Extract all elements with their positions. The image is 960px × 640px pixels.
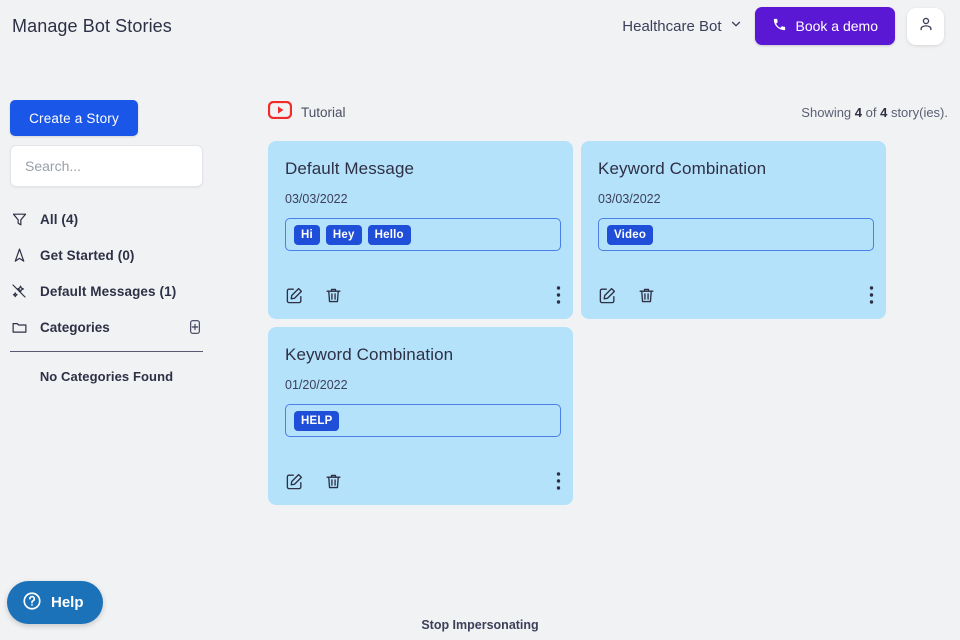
header-actions: Healthcare Bot Book a demo xyxy=(622,7,944,45)
story-title: Keyword Combination xyxy=(285,345,454,364)
tutorial-link[interactable]: Tutorial xyxy=(267,100,346,124)
showing-prefix: Showing xyxy=(801,104,855,120)
story-date: 01/20/2022 xyxy=(285,378,348,392)
bot-selector[interactable]: Healthcare Bot xyxy=(622,17,742,35)
no-categories-message: No Categories Found xyxy=(39,369,174,384)
book-demo-label: Book a demo xyxy=(795,18,879,34)
main-content: Tutorial Showing 4 of 4 story(ies). Defa… xyxy=(267,98,948,505)
keyword-tag[interactable]: Hello xyxy=(367,224,411,245)
bot-selector-label: Healthcare Bot xyxy=(622,17,722,35)
kebab-menu-icon[interactable] xyxy=(869,285,874,305)
search-input[interactable] xyxy=(11,146,202,186)
showing-count-text: Showing 4 of 4 story(ies). xyxy=(801,105,948,120)
trash-icon[interactable] xyxy=(324,472,343,491)
sidebar-item-categories-label: Categories xyxy=(40,319,110,335)
keyword-tag[interactable]: Hi xyxy=(294,224,320,245)
sidebar-item-default-messages-label: Default Messages (1) xyxy=(40,283,177,299)
book-demo-button[interactable]: Book a demo xyxy=(754,7,895,45)
story-title: Default Message xyxy=(285,159,415,178)
search-bar xyxy=(10,145,203,187)
story-card[interactable]: Keyword Combination 03/03/2022 Video xyxy=(581,141,886,319)
account-button[interactable] xyxy=(907,7,944,45)
youtube-play-icon xyxy=(267,100,293,124)
story-card-grid: Default Message 03/03/2022 Hi Hey Hello xyxy=(268,141,948,505)
app-root: Manage Bot Stories Healthcare Bot Book a… xyxy=(0,0,960,640)
showing-visible-count: 4 xyxy=(854,104,863,120)
story-card[interactable]: Keyword Combination 01/20/2022 HELP xyxy=(268,327,573,505)
kebab-menu-icon[interactable] xyxy=(556,285,561,305)
app-header: Manage Bot Stories Healthcare Bot Book a… xyxy=(0,0,960,52)
chevron-down-icon xyxy=(729,17,743,35)
keyword-tag[interactable]: Video xyxy=(607,224,654,245)
main-toolbar: Tutorial Showing 4 of 4 story(ies). xyxy=(267,98,948,126)
story-card-actions xyxy=(285,455,561,491)
question-circle-icon xyxy=(22,591,42,615)
showing-suffix: story(ies). xyxy=(887,104,948,120)
sidebar: Create a Story All (4) Get Started ( xyxy=(10,100,210,384)
person-icon xyxy=(917,15,935,38)
sidebar-item-all[interactable]: All (4) xyxy=(10,201,210,237)
navigation-arrow-icon xyxy=(10,247,28,264)
story-keyword-box[interactable]: HELP xyxy=(285,404,561,437)
kebab-menu-icon[interactable] xyxy=(556,471,561,491)
stop-impersonating-link[interactable]: Stop Impersonating xyxy=(0,618,960,632)
showing-middle: of xyxy=(862,104,881,120)
story-keyword-box[interactable]: Video xyxy=(598,218,874,251)
filter-funnel-icon xyxy=(10,211,28,228)
help-label: Help xyxy=(51,594,84,611)
sidebar-item-get-started-label: Get Started (0) xyxy=(40,247,135,263)
edit-pencil-icon[interactable] xyxy=(285,472,304,491)
story-date: 03/03/2022 xyxy=(598,192,661,206)
sidebar-item-all-label: All (4) xyxy=(40,211,79,227)
magic-wand-off-icon xyxy=(10,282,28,300)
folder-icon xyxy=(10,319,28,336)
story-card[interactable]: Default Message 03/03/2022 Hi Hey Hello xyxy=(268,141,573,319)
tutorial-label: Tutorial xyxy=(301,104,346,120)
create-story-button[interactable]: Create a Story xyxy=(10,100,138,136)
keyword-tag[interactable]: HELP xyxy=(294,410,340,431)
add-box-icon[interactable] xyxy=(187,319,203,335)
sidebar-divider xyxy=(10,351,203,352)
story-card-actions xyxy=(285,269,561,305)
page-title: Manage Bot Stories xyxy=(12,15,172,36)
keyword-tag[interactable]: Hey xyxy=(325,224,362,245)
story-keyword-box[interactable]: Hi Hey Hello xyxy=(285,218,561,251)
phone-icon xyxy=(772,17,787,35)
edit-pencil-icon[interactable] xyxy=(598,286,617,305)
story-title: Keyword Combination xyxy=(598,159,767,178)
sidebar-item-get-started[interactable]: Get Started (0) xyxy=(10,237,210,273)
sidebar-item-default-messages[interactable]: Default Messages (1) xyxy=(10,273,210,309)
edit-pencil-icon[interactable] xyxy=(285,286,304,305)
sidebar-item-categories[interactable]: Categories xyxy=(10,309,203,345)
story-date: 03/03/2022 xyxy=(285,192,348,206)
trash-icon[interactable] xyxy=(637,286,656,305)
story-card-actions xyxy=(598,269,874,305)
trash-icon[interactable] xyxy=(324,286,343,305)
sidebar-nav: All (4) Get Started (0) Default Messages… xyxy=(10,201,210,384)
